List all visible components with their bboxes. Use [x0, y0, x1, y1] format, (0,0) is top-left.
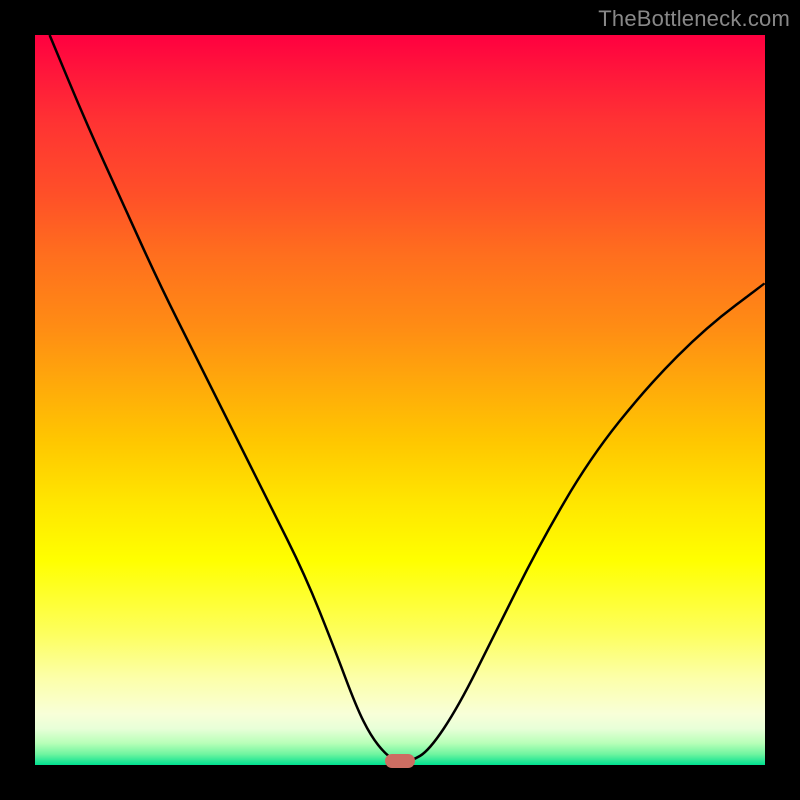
- chart-frame: TheBottleneck.com: [0, 0, 800, 800]
- watermark-text: TheBottleneck.com: [598, 6, 790, 32]
- minimum-marker: [385, 754, 415, 768]
- plot-area: [35, 35, 765, 765]
- bottleneck-curve-path: [50, 35, 765, 761]
- curve-svg: [35, 35, 765, 765]
